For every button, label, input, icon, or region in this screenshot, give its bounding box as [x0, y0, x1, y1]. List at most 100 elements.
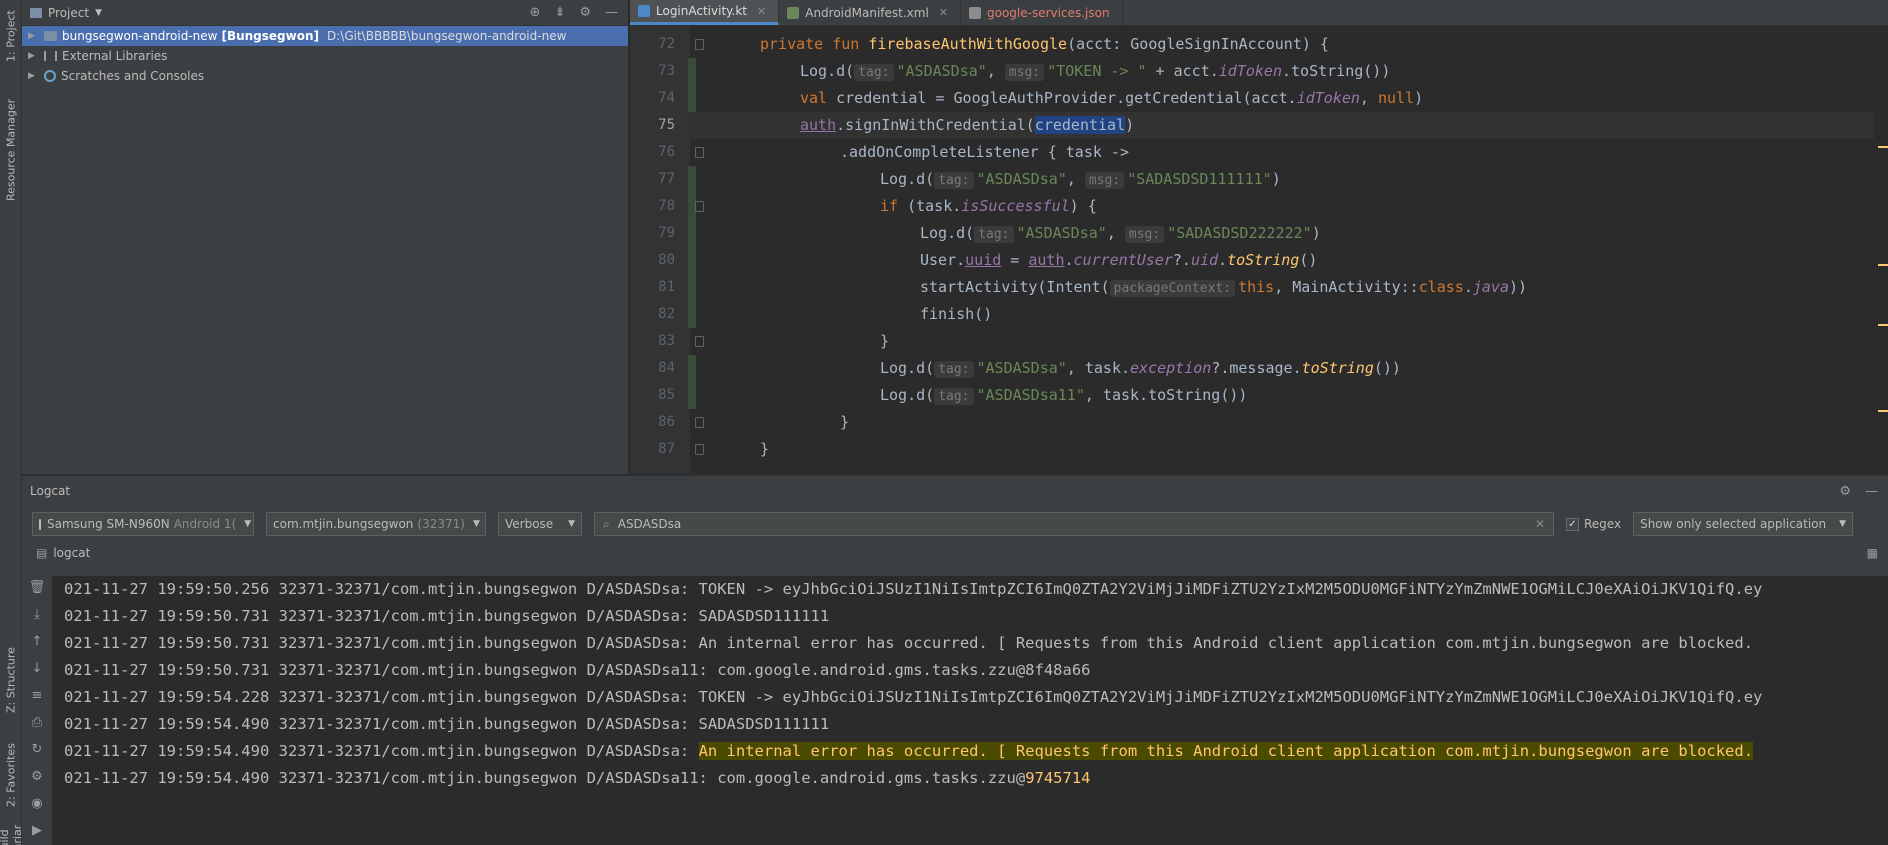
log-line: 021-11-27 19:59:54.228 32371-32371/com.m… — [64, 688, 1763, 706]
camera-icon[interactable]: ◉ — [22, 796, 52, 823]
code-line[interactable]: } — [690, 328, 1888, 355]
code-line[interactable]: auth.signInWithCredential(credential) — [690, 112, 1888, 139]
tab-favorites[interactable]: 2: Favorites — [0, 730, 22, 820]
regex-label: Regex — [1584, 517, 1622, 531]
code-line[interactable]: if (task.isSuccessful) { — [690, 193, 1888, 220]
log-level-select[interactable]: Verbose ▼ — [498, 512, 582, 536]
code-token: , — [1359, 89, 1378, 107]
clear-icon[interactable]: ✕ — [1535, 517, 1545, 531]
code-line[interactable]: .addOnCompleteListener { task -> — [690, 139, 1888, 166]
tree-item-scratches[interactable]: ▶ Scratches and Consoles — [22, 66, 628, 86]
code-line[interactable]: User.uuid = auth.currentUser?.uid.toStri… — [690, 247, 1888, 274]
tab-structure[interactable]: Z: Structure — [0, 635, 22, 725]
code-token: ) { — [1069, 197, 1097, 215]
up-arrow-icon[interactable]: ↑ — [22, 634, 52, 661]
close-icon[interactable]: ✕ — [939, 6, 948, 19]
code-token: ()) — [1373, 359, 1401, 377]
warning-marker[interactable] — [1878, 410, 1888, 412]
code-line[interactable]: val credential = GoogleAuthProvider.getC… — [690, 85, 1888, 112]
log-output[interactable]: 021-11-27 19:59:50.256 32371-32371/com.m… — [52, 576, 1888, 845]
code-line[interactable]: Log.d(tag: "ASDASDsa", msg: "TOKEN -> " + … — [690, 58, 1888, 85]
code-keyword: this — [1238, 278, 1275, 296]
warning-marker[interactable] — [1878, 264, 1888, 266]
process-select[interactable]: com.mtjin.bungsegwon (32371) ▼ — [266, 512, 486, 536]
root-module-path: D:\Git\BBBBB\bungsegwon-android-new — [327, 29, 567, 43]
log-line: 021-11-27 19:59:50.731 32371-32371/com.m… — [64, 607, 830, 625]
code-line[interactable]: Log.d(tag: "ASDASDsa", task.exception?.me… — [690, 355, 1888, 382]
regex-checkbox[interactable]: ✓ Regex — [1566, 517, 1621, 531]
down-arrow-icon[interactable]: ↓ — [22, 661, 52, 688]
code-line[interactable]: } — [690, 436, 1888, 463]
tab-build-variants[interactable]: Build Variants — [0, 825, 22, 845]
code-token: , — [1106, 224, 1116, 242]
expand-arrow-icon[interactable]: ▶ — [28, 31, 40, 41]
tree-item-root-module[interactable]: ▶ bungsegwon-android-new [Bungsegwon] D:… — [22, 26, 628, 46]
string-literal: "ASDASDsa" — [976, 359, 1067, 377]
device-sub-label: Android 1( — [173, 517, 237, 531]
expand-arrow-icon[interactable]: ▶ — [28, 71, 40, 81]
editor-scrollbar[interactable] — [1874, 26, 1888, 474]
code-token: . — [1064, 251, 1074, 269]
code-line[interactable]: private fun firebaseAuthWithGoogle(acct:… — [690, 31, 1888, 58]
tab-android-manifest[interactable]: AndroidManifest.xml ✕ — [779, 0, 961, 25]
logcat-title-bar: Logcat ⚙ — — [22, 476, 1888, 506]
checkmark-icon[interactable]: ✓ — [1566, 517, 1579, 531]
warning-marker[interactable] — [1878, 324, 1888, 326]
line-number: 80 — [658, 252, 675, 268]
function-name: firebaseAuthWithGoogle — [868, 35, 1068, 53]
logcat-tab-icon: ▤ — [36, 546, 48, 560]
video-icon[interactable]: ▶ — [22, 823, 52, 845]
locate-icon[interactable]: ⊕ — [530, 5, 541, 20]
chevron-down-icon[interactable]: ▼ — [95, 8, 102, 18]
print-icon[interactable]: ⎙ — [22, 715, 52, 742]
gear-icon[interactable]: ⚙ — [1839, 484, 1851, 499]
tree-item-external-libraries[interactable]: ▶ External Libraries — [22, 46, 628, 66]
string-literal: "SADASDSD111111" — [1127, 170, 1272, 188]
tab-structure-label: Z: Structure — [4, 647, 18, 713]
code-line[interactable]: Log.d(tag: "ASDASDsa", msg: "SADASDSD22222… — [690, 220, 1888, 247]
close-icon[interactable]: ✕ — [757, 5, 766, 18]
log-search-input[interactable]: ⌕ ASDASDsa ✕ — [594, 512, 1554, 536]
scroll-to-end-icon[interactable]: ⤓ — [22, 607, 52, 634]
code-area[interactable]: private fun firebaseAuthWithGoogle(acct:… — [690, 31, 1888, 474]
code-line[interactable]: startActivity(Intent(packageContext: this… — [690, 274, 1888, 301]
scratches-label: Scratches and Consoles — [61, 69, 205, 83]
code-token: () — [1299, 251, 1318, 269]
soft-wrap-icon[interactable]: ≡ — [22, 688, 52, 715]
tab-google-services[interactable]: google-services.json — [961, 0, 1123, 25]
property: uid — [1190, 251, 1219, 269]
code-line[interactable]: finish() — [690, 301, 1888, 328]
layout-icon[interactable]: ▦ — [1867, 546, 1878, 560]
line-number: 82 — [658, 306, 675, 322]
line-number: 79 — [658, 225, 675, 241]
tab-project-label: 1: Project — [4, 10, 18, 62]
log-line: 021-11-27 19:59:54.490 32371-32371/com.m… — [64, 715, 830, 733]
code-line[interactable]: Log.d(tag: "ASDASDsa11", task.toString()) — [690, 382, 1888, 409]
tab-resource-manager[interactable]: Resource Manager — [0, 90, 22, 210]
code-token: = — [1001, 251, 1029, 269]
collapse-all-icon[interactable]: ⇟ — [554, 5, 565, 20]
editor-tab-bar: LoginActivity.kt ✕ AndroidManifest.xml ✕… — [630, 0, 1888, 26]
gear-icon[interactable]: ⚙ — [579, 5, 591, 20]
param-hint: msg: — [1084, 172, 1125, 189]
restart-icon[interactable]: ↻ — [22, 742, 52, 769]
code-line[interactable]: Log.d(tag: "ASDASDsa", msg: "SADASDSD11111… — [690, 166, 1888, 193]
device-select[interactable]: Samsung SM-N960N Android 1( ▼ — [32, 512, 254, 536]
gear-icon[interactable]: ⚙ — [22, 769, 52, 796]
param-hint: tag: — [934, 172, 974, 189]
logcat-sub-label[interactable]: logcat — [53, 546, 90, 560]
logcat-toolbar: Samsung SM-N960N Android 1( ▼ com.mtjin.… — [22, 506, 1888, 542]
tab-project[interactable]: 1: Project — [0, 4, 22, 68]
line-number: 72 — [658, 36, 675, 52]
filter-select[interactable]: Show only selected application ▼ — [1633, 512, 1854, 536]
project-view-title[interactable]: Project — [48, 6, 89, 20]
code-token: finish() — [920, 305, 993, 323]
tab-login-activity[interactable]: LoginActivity.kt ✕ — [630, 0, 780, 25]
minimize-icon[interactable]: — — [605, 5, 618, 20]
code-line[interactable]: } — [690, 409, 1888, 436]
trash-icon[interactable]: 🗑 — [22, 580, 52, 607]
minimize-icon[interactable]: — — [1865, 484, 1878, 499]
expand-arrow-icon[interactable]: ▶ — [28, 51, 40, 61]
warning-marker[interactable] — [1878, 146, 1888, 148]
process-label: com.mtjin.bungsegwon — [273, 517, 414, 531]
